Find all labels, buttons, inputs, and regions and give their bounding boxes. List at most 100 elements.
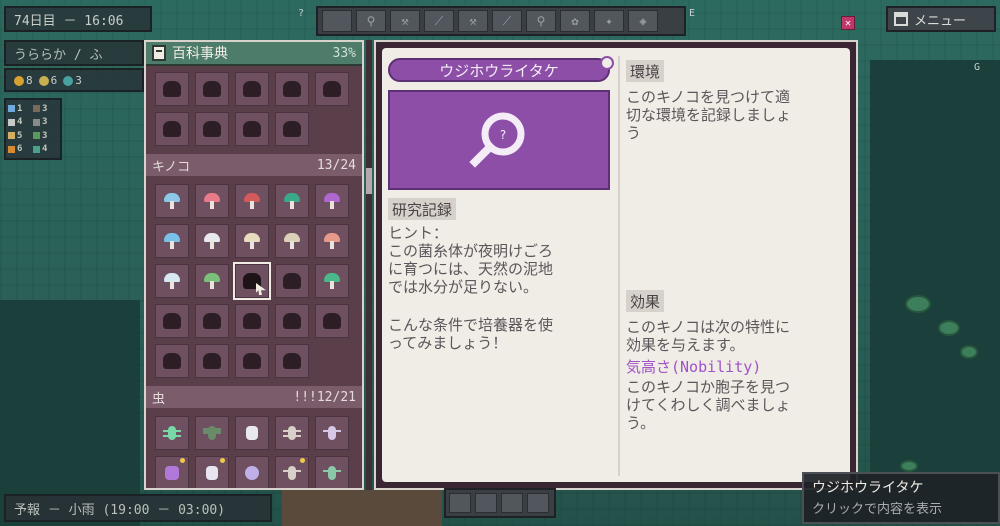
tag-icon [600, 56, 614, 70]
mushroom-entry[interactable] [235, 224, 269, 258]
menu-icon [894, 12, 908, 26]
tooltip-name: ウジホウライタケ [812, 480, 924, 496]
stat-item: 8 [14, 74, 33, 87]
completion-percent: 33% [332, 45, 356, 61]
rock-icon [33, 118, 40, 126]
day-time-text: 74日目 － 16:06 [14, 13, 124, 29]
tool-slot-axe[interactable]: ⚒ [390, 10, 420, 32]
mushroom-entry[interactable] [155, 224, 189, 258]
entry-cell-locked[interactable] [195, 304, 229, 338]
unknown-silhouette-icon [283, 81, 301, 97]
plant-grid [152, 70, 356, 148]
mushroom-entry-selected[interactable] [233, 262, 271, 300]
hover-tooltip: ウジホウライタケ クリックで内容を表示 [802, 472, 1000, 524]
tool-slot-spray[interactable]: ✦ [594, 10, 624, 32]
mushroom-entry[interactable] [315, 184, 349, 218]
entry-cell-locked[interactable] [275, 344, 309, 378]
hint-text: ヒント： この菌糸体が夜明けごろ に育つには、天然の泥地 では水分が足りない。 [388, 224, 554, 296]
entry-cell-locked[interactable] [235, 72, 269, 106]
bug-entry[interactable] [275, 456, 309, 488]
white-mushroom-icon [202, 231, 222, 251]
entry-cell-locked[interactable] [315, 72, 349, 106]
entry-cell-locked[interactable] [195, 344, 229, 378]
mushroom-entry[interactable] [315, 264, 349, 298]
tool-slot-shovel[interactable]: ⟋ [424, 10, 454, 32]
entry-cell-locked[interactable] [275, 264, 309, 298]
mushroom-entry[interactable] [275, 224, 309, 258]
mushroom-entry[interactable] [195, 264, 229, 298]
mushroom-entry[interactable] [275, 184, 309, 218]
entry-cell-locked[interactable] [155, 112, 189, 146]
svg-text:?: ? [500, 128, 506, 142]
new-star-icon [220, 458, 225, 463]
category-mushroom[interactable]: キノコ 13/24 [146, 154, 362, 176]
entry-cell-locked[interactable] [275, 304, 309, 338]
bug-entry[interactable] [315, 416, 349, 450]
bug-entry[interactable] [315, 456, 349, 488]
green-mushroom-icon [202, 271, 222, 291]
entry-cell-locked[interactable] [235, 344, 269, 378]
entry-cell-locked[interactable] [235, 112, 269, 146]
mushroom-entry[interactable] [195, 224, 229, 258]
encyclopedia-scrollbar[interactable] [366, 40, 372, 490]
tool-slot-knife[interactable]: ⟋ [492, 10, 522, 32]
mini-stat: 4 [33, 143, 58, 157]
hotbar-slot[interactable] [527, 493, 549, 513]
soil-icon [33, 105, 40, 113]
tool-slot-net[interactable]: ⚲ [526, 10, 556, 32]
bug-entry[interactable] [195, 416, 229, 450]
item-hotbar [444, 488, 556, 518]
bug-entry[interactable] [155, 416, 189, 450]
spore-text: このキノコか胞子を見つ けてくわしく調べましょ う。 [626, 378, 791, 432]
entry-cell-locked[interactable] [275, 72, 309, 106]
magnifier-icon: ⚲ [366, 14, 376, 28]
weather-forecast: 予報 － 小雨 (19:00 － 03:00) [4, 494, 272, 522]
fire-icon [8, 145, 15, 153]
tool-slot-lantern[interactable]: ◈ [628, 10, 658, 32]
entry-cell-locked[interactable] [195, 112, 229, 146]
mushroom-entry[interactable] [155, 184, 189, 218]
entry-cell-locked[interactable] [275, 112, 309, 146]
mushroom-entry[interactable] [195, 184, 229, 218]
mini-stats-panel: 1 3 4 3 5 3 6 4 [4, 98, 62, 160]
scrollbar-thumb[interactable] [366, 168, 372, 194]
entry-cell-locked[interactable] [235, 304, 269, 338]
entry-cell-locked[interactable] [155, 344, 189, 378]
entry-cell-locked[interactable] [315, 304, 349, 338]
tool-slot-empty[interactable] [322, 10, 352, 32]
moth-icon [202, 423, 222, 443]
forecast-text: 予報 － 小雨 (19:00 － 03:00) [14, 502, 226, 518]
hotbar-slot[interactable] [501, 493, 523, 513]
tool-slot-seed[interactable]: ✿ [560, 10, 590, 32]
bug-entry[interactable] [235, 456, 269, 488]
bug-entry[interactable] [235, 416, 269, 450]
category-bug[interactable]: 虫 !!!12/21 [146, 386, 362, 408]
mini-stat: 5 [8, 129, 33, 143]
bug-entry[interactable] [155, 456, 189, 488]
mushroom-entry[interactable] [235, 184, 269, 218]
mushroom-entry[interactable] [155, 264, 189, 298]
close-button[interactable]: ✕ [841, 16, 855, 30]
unknown-silhouette-icon [163, 81, 181, 97]
lantern-icon: ◈ [639, 14, 647, 28]
bug-entry[interactable] [195, 456, 229, 488]
hotbar-slot[interactable] [475, 493, 497, 513]
bug-entry[interactable] [275, 416, 309, 450]
encyclopedia-list: キノコ 13/24 虫 !!!12/21 [146, 66, 362, 488]
tool-slot-magnifier[interactable]: ⚲ [356, 10, 386, 32]
tool-slot-pick[interactable]: ⚒ [458, 10, 488, 32]
unknown-silhouette-icon [283, 313, 301, 329]
shovel-icon: ⟋ [434, 13, 444, 28]
beetle-icon [242, 423, 262, 443]
mini-stat: 3 [33, 129, 58, 143]
lily-pad [960, 345, 978, 359]
unknown-silhouette-icon [283, 273, 301, 289]
entry-cell-locked[interactable] [155, 304, 189, 338]
mushroom-entry[interactable] [315, 224, 349, 258]
lily-pad [900, 460, 918, 472]
entry-cell-locked[interactable] [155, 72, 189, 106]
hotbar-slot[interactable] [449, 493, 471, 513]
pink-mushroom-icon [202, 191, 222, 211]
entry-cell-locked[interactable] [195, 72, 229, 106]
menu-button[interactable]: メニュー [886, 6, 996, 32]
